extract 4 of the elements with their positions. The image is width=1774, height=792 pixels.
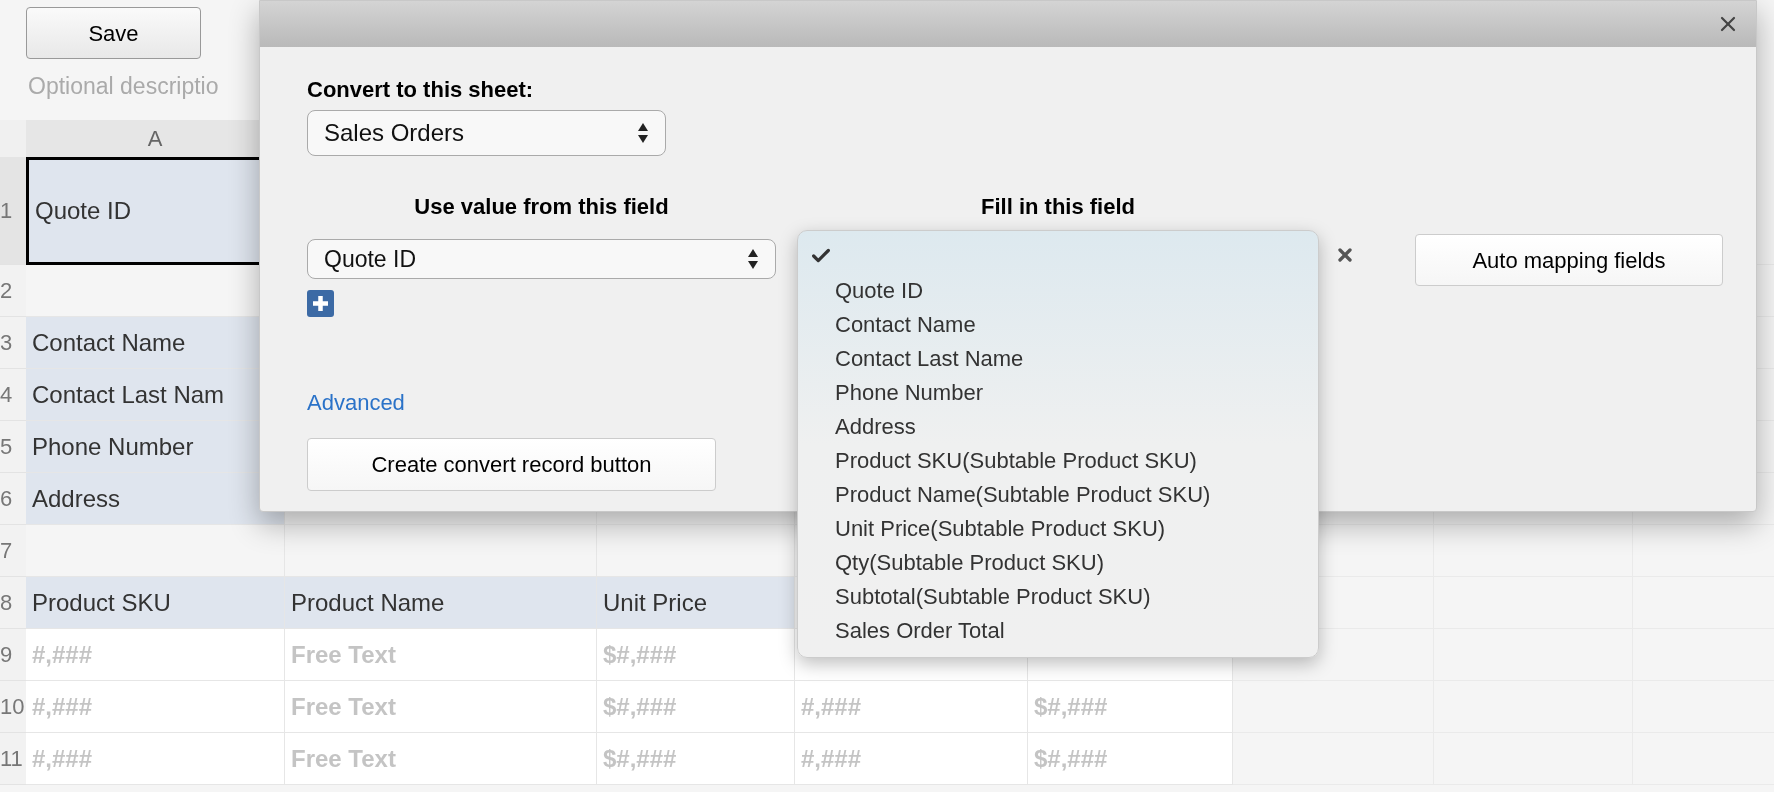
column-heading: Fill in this field [980, 193, 1136, 221]
row-number: 1 [0, 157, 26, 265]
sheet-label: Convert to this sheet: [307, 76, 535, 104]
column-heading: Use value from this field [413, 193, 670, 221]
